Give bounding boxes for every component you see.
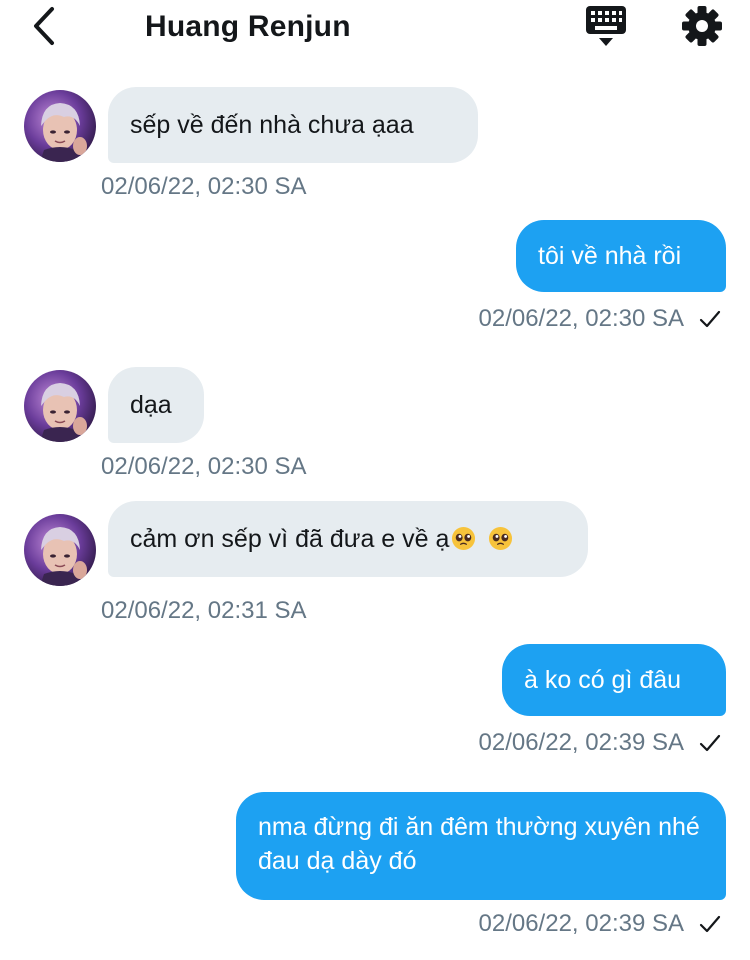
message-bubble-outgoing[interactable]: à ko có gì đâu xyxy=(502,644,726,716)
keyboard-button[interactable] xyxy=(584,4,628,48)
keyboard-icon xyxy=(586,6,626,46)
checkmark-icon xyxy=(699,310,721,328)
message-timestamp: 02/06/22, 02:30 SA xyxy=(478,305,685,332)
conversation-header: Huang Renjun xyxy=(0,0,750,60)
message-timestamp: 02/06/22, 02:31 SA xyxy=(101,597,307,624)
message-bubble-incoming[interactable]: dạa xyxy=(108,367,204,443)
message-bubble-incoming[interactable]: cảm ơn sếp vì đã đưa e về ạ xyxy=(108,501,588,577)
message-timestamp: 02/06/22, 02:39 SA xyxy=(478,729,685,756)
back-button[interactable] xyxy=(22,4,66,48)
message-timestamp: 02/06/22, 02:30 SA xyxy=(101,453,307,480)
avatar[interactable] xyxy=(24,514,96,586)
message-bubble-outgoing[interactable]: nma đừng đi ăn đêm thường xuyên nhé đau … xyxy=(236,792,726,900)
settings-button[interactable] xyxy=(680,4,724,48)
message-timestamp: 02/06/22, 02:30 SA xyxy=(101,173,307,200)
checkmark-icon xyxy=(699,915,721,933)
pleading-face-icon xyxy=(452,526,476,551)
gear-icon xyxy=(682,6,722,46)
message-bubble-outgoing[interactable]: tôi về nhà rồi xyxy=(516,220,726,292)
message-bubble-incoming[interactable]: sếp về đến nhà chưa ạaa xyxy=(108,87,478,163)
avatar[interactable] xyxy=(24,90,96,162)
message-timestamp-row: 02/06/22, 02:39 SA xyxy=(479,728,723,758)
checkmark-icon xyxy=(699,734,721,752)
conversation-title: Huang Renjun xyxy=(145,10,351,43)
message-timestamp-row: 02/06/22, 02:30 SA xyxy=(479,304,723,334)
message-timestamp-row: 02/06/22, 02:39 SA xyxy=(479,909,723,939)
message-timestamp: 02/06/22, 02:39 SA xyxy=(478,910,685,937)
pleading-face-icon xyxy=(489,526,513,551)
chevron-left-icon xyxy=(34,7,54,45)
message-text: cảm ơn sếp vì đã đưa e về ạ xyxy=(130,525,450,553)
avatar[interactable] xyxy=(24,370,96,442)
